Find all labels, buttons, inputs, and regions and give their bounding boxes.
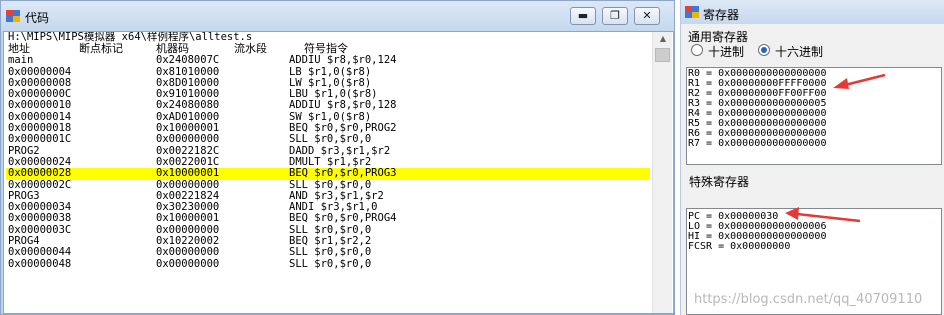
radio-decimal[interactable]: [691, 44, 703, 56]
register-window: 寄存器 通用寄存器 十进制 十六进制 R0 = 0x00000000000000…: [680, 0, 944, 315]
radio-selected-dot: [761, 47, 767, 53]
code-row-selected[interactable]: 0x00000028 0x10000001 BEQ $r0,$r0,PROG3: [6, 167, 650, 180]
restore-icon: ❐: [610, 9, 620, 22]
row-address: 0x00000044: [8, 246, 72, 259]
spr-group-label: 特殊寄存器: [689, 175, 750, 189]
row-instruction: BEQ $r0,$r0,PROG3: [289, 167, 397, 180]
code-row[interactable]: main 0x2408007C ADDIU $r8,$r0,124: [6, 54, 650, 67]
row-instruction: SLL $r0,$r0,0: [289, 257, 372, 270]
register-window-titlebar[interactable]: 寄存器: [681, 0, 944, 24]
code-listing-panel[interactable]: H:\MIPS\MIPS模拟器 x64\样例程序\alltest.s 地址 断点…: [3, 31, 674, 314]
radio-hex-label[interactable]: 十六进制: [775, 43, 823, 60]
gpr-value: R7 = 0x0000000000000000: [688, 138, 827, 149]
minimize-icon: ▬: [577, 9, 589, 22]
code-window: 代码 ▬ ❐ ✕ H:\MIPS\MIPS模拟器 x64\样例程序\alltes…: [0, 0, 675, 315]
row-machine-code: 0x00000000: [156, 246, 220, 259]
register-window-title: 寄存器: [703, 8, 740, 22]
code-window-titlebar[interactable]: 代码 ▬ ❐ ✕: [1, 1, 674, 31]
annotation-arrow-r1: [833, 73, 886, 89]
minimize-button[interactable]: ▬: [570, 7, 596, 25]
code-row[interactable]: 0x0000001C 0x00000000 SLL $r0,$r0,0: [6, 133, 650, 146]
row-machine-code: 0x2408007C: [156, 54, 220, 67]
close-icon: ✕: [642, 9, 652, 22]
radio-hex[interactable]: [758, 44, 770, 56]
scroll-thumb[interactable]: [655, 48, 670, 62]
watermark: https://blog.csdn.net/qq_40709110: [694, 292, 923, 307]
vertical-scrollbar[interactable]: ▲: [652, 32, 672, 313]
column-header-breakpoint: 断点标记: [79, 42, 123, 56]
app-icon: [6, 10, 20, 22]
row-instruction: ADDIU $r8,$r0,124: [289, 54, 397, 67]
spr-value: FCSR = 0x00000000: [688, 241, 791, 252]
row-machine-code: 0x00000000: [156, 257, 220, 270]
annotation-arrow-pc: [785, 207, 861, 223]
row-address: main: [8, 54, 34, 67]
code-row[interactable]: 0x00000044 0x00000000 SLL $r0,$r0,0: [6, 246, 650, 259]
code-window-title: 代码: [25, 11, 50, 25]
close-button[interactable]: ✕: [634, 7, 660, 25]
row-machine-code: 0x00000000: [156, 133, 220, 146]
scroll-up-icon[interactable]: ▲: [653, 32, 673, 46]
row-instruction: SLL $r0,$r0,0: [289, 133, 372, 146]
row-address: 0x0000001C: [8, 133, 72, 146]
row-instruction: SLL $r0,$r0,0: [289, 246, 372, 259]
code-row[interactable]: 0x00000048 0x00000000 SLL $r0,$r0,0: [6, 257, 650, 270]
restore-button[interactable]: ❐: [602, 7, 628, 25]
code-listing[interactable]: H:\MIPS\MIPS模拟器 x64\样例程序\alltest.s 地址 断点…: [6, 32, 650, 313]
column-header-pipeline: 流水段: [234, 42, 267, 56]
radio-decimal-label[interactable]: 十进制: [708, 43, 744, 60]
row-address: 0x00000028: [8, 167, 72, 180]
app-icon: [685, 6, 699, 18]
row-machine-code: 0x10000001: [156, 167, 220, 180]
gpr-list[interactable]: R0 = 0x0000000000000000 R1 = 0x00000000FF…: [686, 67, 942, 165]
row-address: 0x00000048: [8, 257, 72, 270]
